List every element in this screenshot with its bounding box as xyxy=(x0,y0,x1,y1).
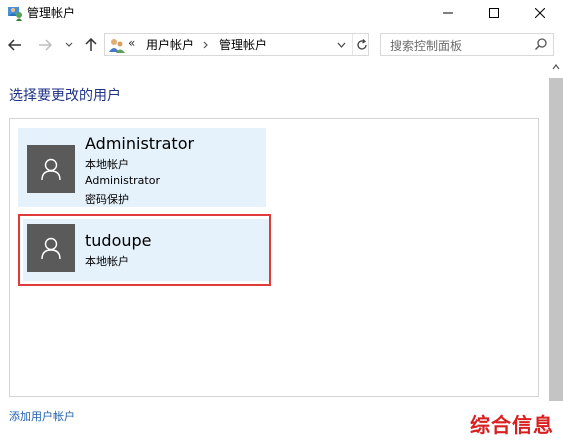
window-title: 管理帐户 xyxy=(27,6,76,20)
recent-locations-button[interactable] xyxy=(62,35,76,55)
forward-button[interactable] xyxy=(34,35,56,55)
password-status: 密码保护 xyxy=(85,193,129,206)
search-icon[interactable] xyxy=(534,37,548,51)
back-button[interactable] xyxy=(4,35,26,55)
search-placeholder: 搜索控制面板 xyxy=(390,39,463,53)
account-type: 本地帐户 xyxy=(85,255,129,268)
minimize-button[interactable] xyxy=(425,0,471,26)
arrow-left-icon xyxy=(8,39,21,51)
arrow-right-icon xyxy=(39,39,52,51)
maximize-button[interactable] xyxy=(471,0,517,26)
close-icon xyxy=(535,8,545,18)
refresh-button[interactable] xyxy=(352,34,371,55)
address-dropdown-button[interactable] xyxy=(334,37,348,52)
chevron-up-icon xyxy=(552,64,560,70)
account-type: 本地帐户 xyxy=(85,158,129,171)
breadcrumb-overflow[interactable]: « xyxy=(128,36,135,50)
control-panel-app-icon xyxy=(8,7,22,21)
breadcrumb-chevron-icon xyxy=(203,41,208,49)
user-icon xyxy=(41,158,61,181)
breadcrumb-user-accounts[interactable]: 用户帐户 xyxy=(146,36,194,53)
watermark: 综合信息 xyxy=(470,413,554,437)
scroll-up-button[interactable] xyxy=(549,60,563,74)
account-group: Administrator xyxy=(85,174,160,187)
close-button[interactable] xyxy=(517,0,563,26)
refresh-icon xyxy=(357,38,367,50)
breadcrumb-manage-accounts[interactable]: 管理帐户 xyxy=(219,36,267,53)
chevron-down-icon xyxy=(65,42,73,47)
chevron-down-icon xyxy=(337,42,345,48)
user-icon xyxy=(41,237,61,260)
avatar xyxy=(27,224,75,272)
avatar xyxy=(27,145,75,193)
user-name: Administrator xyxy=(85,134,195,153)
scrollbar-thumb[interactable] xyxy=(549,78,563,401)
minimize-icon xyxy=(443,12,453,14)
up-button[interactable] xyxy=(80,35,102,55)
user-name: tudoupe xyxy=(85,231,152,250)
maximize-icon xyxy=(489,8,499,18)
users-icon xyxy=(109,39,125,53)
add-user-account-link[interactable]: 添加用户帐户 xyxy=(9,408,75,424)
page-title: 选择要更改的用户 xyxy=(9,88,121,104)
arrow-up-icon xyxy=(85,38,97,51)
